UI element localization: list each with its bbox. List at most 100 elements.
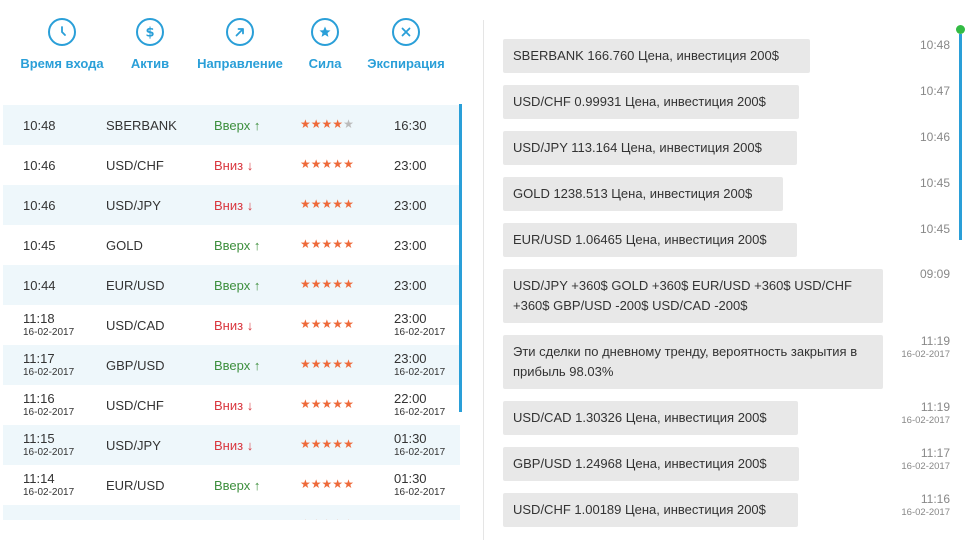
arrow-down-icon: ↓	[246, 438, 254, 453]
star-icon: ★	[332, 237, 344, 251]
expiration-time-value: 23:00	[394, 158, 427, 173]
direction: Вверх ↑	[214, 478, 260, 493]
direction-label: Вниз	[214, 438, 244, 453]
asset-name: GOLD	[106, 238, 143, 253]
strength-rating: ★★★★★	[300, 277, 354, 291]
signals-table: 10:48 SBERBANK Вверх ↑ ★★★★★ 16:30 10:46 USD/C…	[3, 105, 460, 520]
expiration: 01:30 16-02-2017	[394, 431, 445, 458]
asset-name: EUR/USD	[106, 478, 165, 493]
table-row[interactable]: 10:44 EUR/USD Вверх ↑ ★★★★★ 23:00	[3, 265, 460, 305]
star-icon: ★	[343, 197, 354, 211]
star-icon: ★	[310, 437, 322, 451]
asset-name: GOLD	[106, 518, 143, 520]
arrow-down-icon: ↓	[246, 198, 254, 213]
header-label: Направление	[197, 56, 283, 71]
table-row[interactable]: 10:46 USD/CHF Вниз ↓ ★★★★★ 23:00	[3, 145, 460, 185]
expiration-date-value: 16-02-2017	[394, 327, 446, 338]
expiration: 23:00 16-02-2017	[394, 351, 445, 378]
message-timestamp: 11:19 16-02-2017	[901, 400, 950, 426]
table-row[interactable]: 11:18 16-02-2017 USD/CAD Вниз ↓ ★★★★★ 23:00 16…	[3, 305, 460, 345]
message-bubble: EUR/USD 1.06465 Цена, инвестиция 200$	[503, 223, 797, 257]
entry-date-value: 16-02-2017	[23, 447, 75, 458]
expiration: 16:30	[394, 118, 427, 133]
message-date: 16-02-2017	[901, 461, 950, 472]
star-icon: ★	[310, 197, 322, 211]
table-row[interactable]: 10:45 GOLD Вверх ↑ ★★★★★ 23:00	[3, 225, 460, 265]
table-row[interactable]: 11:15 16-02-2017 USD/JPY Вниз ↓ ★★★★★ 01:30 16…	[3, 425, 460, 465]
message-timestamp: 10:48	[920, 38, 950, 52]
message-time: 09:09	[919, 267, 950, 281]
close-circle-icon	[392, 18, 420, 46]
signals-scrollbar[interactable]	[459, 104, 462, 412]
expiration-time-value: 23:00	[394, 278, 427, 293]
expiration-time-value: 23:00	[394, 351, 427, 366]
direction-label: Вверх	[214, 518, 250, 520]
star-icon: ★	[300, 397, 311, 411]
star-icon: ★	[300, 517, 311, 520]
star-icon: ★	[311, 517, 322, 520]
entry-date-value: 16-02-2017	[23, 487, 75, 498]
star-icon: ★	[300, 357, 311, 371]
star-icon: ★	[332, 397, 344, 411]
entry-time-value: 11:16	[23, 391, 55, 406]
message-time: 11:19	[920, 334, 950, 348]
star-icon: ★	[310, 157, 322, 171]
expiration: 23:00	[394, 158, 427, 173]
table-row[interactable]: 11:14 16-02-2017 EUR/USD Вверх ↑ ★★★★★ 01:30 1…	[3, 465, 460, 505]
entry-time-value: 10:46	[23, 198, 56, 213]
asset-name: USD/JPY	[106, 198, 161, 213]
star-icon: ★	[332, 157, 344, 171]
expiration-time-value: 23:00	[394, 311, 427, 326]
table-row[interactable]: 11:13GOLDВверх ↑★★★★★23:00	[3, 505, 460, 520]
header-strength[interactable]: Сила	[305, 18, 345, 71]
messages-panel: SBERBANK 166.760 Цена, инвестиция 200$ 10…	[484, 0, 972, 547]
star-icon: ★	[321, 357, 333, 371]
star-icon: ★	[332, 437, 344, 451]
table-row[interactable]: 10:48 SBERBANK Вверх ↑ ★★★★★ 16:30	[3, 105, 460, 145]
star-icon: ★	[300, 197, 311, 211]
direction: Вниз ↓	[214, 318, 253, 333]
direction: Вниз ↓	[214, 438, 253, 453]
strength-rating: ★★★★★	[300, 117, 354, 131]
header-asset[interactable]: $ Актив	[125, 18, 175, 71]
star-icon: ★	[321, 237, 333, 251]
clock-icon	[48, 18, 76, 46]
header-expiration[interactable]: Экспирация	[364, 18, 448, 71]
star-icon: ★	[321, 157, 333, 171]
table-row[interactable]: 11:16 16-02-2017 USD/CHF Вниз ↓ ★★★★★ 22:00 16…	[3, 385, 460, 425]
star-icon: ★	[343, 117, 354, 131]
strength-rating: ★★★★★	[300, 477, 354, 491]
expiration-date-value: 16-02-2017	[394, 407, 446, 418]
online-indicator	[956, 25, 965, 34]
table-row[interactable]: 11:17 16-02-2017 GBP/USD Вверх ↑ ★★★★★ 23:00 1…	[3, 345, 460, 385]
table-row[interactable]: 10:46 USD/JPY Вниз ↓ ★★★★★ 23:00	[3, 185, 460, 225]
entry-time: 11:13	[23, 518, 55, 520]
expiration-time-value: 01:30	[394, 431, 427, 446]
star-icon: ★	[310, 317, 322, 331]
entry-time-value: 11:15	[23, 431, 55, 446]
star-icon: ★	[321, 437, 333, 451]
expiration: 23:00 16-02-2017	[394, 311, 445, 338]
star-icon: ★	[310, 397, 322, 411]
star-icon: ★	[343, 357, 354, 371]
direction: Вниз ↓	[214, 198, 253, 213]
message-timestamp: 11:16 16-02-2017	[901, 492, 950, 518]
expiration-time-value: 22:00	[394, 391, 427, 406]
entry-time: 11:18 16-02-2017	[23, 311, 74, 338]
expiration: 23:00	[394, 518, 427, 520]
header-direction[interactable]: Направление	[194, 18, 286, 71]
message-time: 11:17	[920, 446, 950, 460]
star-icon: ★	[310, 117, 322, 131]
expiration-date-value: 16-02-2017	[394, 447, 446, 458]
message-bubble: Эти сделки по дневному тренду, вероятнос…	[503, 335, 883, 389]
messages-scrollbar[interactable]	[959, 34, 962, 240]
star-icon: ★	[321, 117, 333, 131]
expiration: 01:30 16-02-2017	[394, 471, 445, 498]
entry-time-value: 10:46	[23, 158, 56, 173]
message-bubble: USD/JPY +360$ GOLD +360$ EUR/USD +360$ U…	[503, 269, 883, 323]
strength-rating: ★★★★★	[300, 437, 354, 451]
message-date: 16-02-2017	[901, 507, 950, 518]
header-entry-time[interactable]: Время входа	[20, 18, 104, 71]
strength-rating: ★★★★★	[300, 317, 354, 331]
header-label: Время входа	[20, 56, 104, 71]
